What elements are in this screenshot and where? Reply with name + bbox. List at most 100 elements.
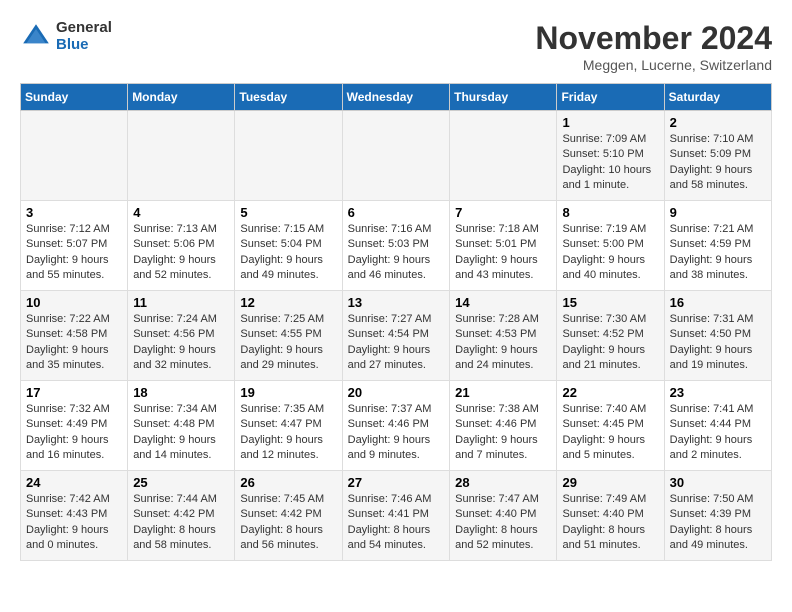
- day-number: 30: [670, 475, 766, 490]
- day-cell: [450, 111, 557, 201]
- week-row-5: 24 Sunrise: 7:42 AMSunset: 4:43 PMDayligh…: [21, 471, 772, 561]
- day-info: Sunrise: 7:19 AMSunset: 5:00 PMDaylight:…: [562, 222, 658, 284]
- day-cell: 3 Sunrise: 7:12 AMSunset: 5:07 PMDaylight…: [21, 201, 128, 291]
- day-number: 27: [348, 475, 445, 490]
- logo-icon: [20, 21, 52, 53]
- day-number: 12: [240, 295, 336, 310]
- day-cell: 25 Sunrise: 7:44 AMSunset: 4:42 PMDayligh…: [128, 471, 235, 561]
- day-cell: 30 Sunrise: 7:50 AMSunset: 4:39 PMDayligh…: [664, 471, 771, 561]
- week-row-1: 1 Sunrise: 7:09 AMSunset: 5:10 PMDaylight…: [21, 111, 772, 201]
- day-info: Sunrise: 7:34 AMSunset: 4:48 PMDaylight:…: [133, 402, 229, 464]
- day-number: 21: [455, 385, 551, 400]
- day-number: 7: [455, 205, 551, 220]
- day-info: Sunrise: 7:28 AMSunset: 4:53 PMDaylight:…: [455, 312, 551, 374]
- day-number: 15: [562, 295, 658, 310]
- day-info: Sunrise: 7:32 AMSunset: 4:49 PMDaylight:…: [26, 402, 122, 464]
- day-info: Sunrise: 7:24 AMSunset: 4:56 PMDaylight:…: [133, 312, 229, 374]
- day-cell: 27 Sunrise: 7:46 AMSunset: 4:41 PMDayligh…: [342, 471, 450, 561]
- header-cell-thursday: Thursday: [450, 84, 557, 111]
- day-number: 2: [670, 115, 766, 130]
- day-number: 22: [562, 385, 658, 400]
- day-cell: 21 Sunrise: 7:38 AMSunset: 4:46 PMDayligh…: [450, 381, 557, 471]
- day-info: Sunrise: 7:18 AMSunset: 5:01 PMDaylight:…: [455, 222, 551, 284]
- day-number: 8: [562, 205, 658, 220]
- day-cell: 7 Sunrise: 7:18 AMSunset: 5:01 PMDaylight…: [450, 201, 557, 291]
- day-cell: [128, 111, 235, 201]
- header-cell-saturday: Saturday: [664, 84, 771, 111]
- day-info: Sunrise: 7:44 AMSunset: 4:42 PMDaylight:…: [133, 492, 229, 554]
- day-cell: 2 Sunrise: 7:10 AMSunset: 5:09 PMDaylight…: [664, 111, 771, 201]
- day-cell: 6 Sunrise: 7:16 AMSunset: 5:03 PMDaylight…: [342, 201, 450, 291]
- day-number: 16: [670, 295, 766, 310]
- day-info: Sunrise: 7:50 AMSunset: 4:39 PMDaylight:…: [670, 492, 766, 554]
- day-info: Sunrise: 7:38 AMSunset: 4:46 PMDaylight:…: [455, 402, 551, 464]
- logo: General Blue: [20, 20, 112, 53]
- week-row-3: 10 Sunrise: 7:22 AMSunset: 4:58 PMDayligh…: [21, 291, 772, 381]
- calendar-table: SundayMondayTuesdayWednesdayThursdayFrid…: [20, 83, 772, 561]
- day-info: Sunrise: 7:21 AMSunset: 4:59 PMDaylight:…: [670, 222, 766, 284]
- header-row: SundayMondayTuesdayWednesdayThursdayFrid…: [21, 84, 772, 111]
- day-cell: 10 Sunrise: 7:22 AMSunset: 4:58 PMDayligh…: [21, 291, 128, 381]
- day-cell: 16 Sunrise: 7:31 AMSunset: 4:50 PMDayligh…: [664, 291, 771, 381]
- week-row-2: 3 Sunrise: 7:12 AMSunset: 5:07 PMDaylight…: [21, 201, 772, 291]
- month-title: November 2024: [535, 20, 772, 57]
- header-cell-sunday: Sunday: [21, 84, 128, 111]
- day-cell: 1 Sunrise: 7:09 AMSunset: 5:10 PMDaylight…: [557, 111, 664, 201]
- day-cell: 4Sunrise: 7:13 AMSunset: 5:06 PMDaylight…: [128, 201, 235, 291]
- day-number: 13: [348, 295, 445, 310]
- day-number: 1: [562, 115, 658, 130]
- day-number: 11: [133, 295, 229, 310]
- header-cell-tuesday: Tuesday: [235, 84, 342, 111]
- day-info: Sunrise: 7:25 AMSunset: 4:55 PMDaylight:…: [240, 312, 336, 374]
- day-cell: 22 Sunrise: 7:40 AMSunset: 4:45 PMDayligh…: [557, 381, 664, 471]
- day-info: Sunrise: 7:16 AMSunset: 5:03 PMDaylight:…: [348, 222, 445, 284]
- day-cell: 29Sunrise: 7:49 AMSunset: 4:40 PMDayligh…: [557, 471, 664, 561]
- day-info: Sunrise: 7:09 AMSunset: 5:10 PMDaylight:…: [562, 132, 658, 194]
- day-cell: [21, 111, 128, 201]
- day-number: 17: [26, 385, 122, 400]
- day-info: Sunrise: 7:31 AMSunset: 4:50 PMDaylight:…: [670, 312, 766, 374]
- title-area: November 2024 Meggen, Lucerne, Switzerla…: [535, 20, 772, 73]
- day-cell: 9Sunrise: 7:21 AMSunset: 4:59 PMDaylight…: [664, 201, 771, 291]
- day-cell: 15 Sunrise: 7:30 AMSunset: 4:52 PMDayligh…: [557, 291, 664, 381]
- day-cell: 18 Sunrise: 7:34 AMSunset: 4:48 PMDayligh…: [128, 381, 235, 471]
- day-number: 24: [26, 475, 122, 490]
- day-info: Sunrise: 7:30 AMSunset: 4:52 PMDaylight:…: [562, 312, 658, 374]
- day-cell: 24 Sunrise: 7:42 AMSunset: 4:43 PMDayligh…: [21, 471, 128, 561]
- day-cell: 11 Sunrise: 7:24 AMSunset: 4:56 PMDayligh…: [128, 291, 235, 381]
- day-cell: [342, 111, 450, 201]
- day-cell: 12 Sunrise: 7:25 AMSunset: 4:55 PMDayligh…: [235, 291, 342, 381]
- day-info: Sunrise: 7:10 AMSunset: 5:09 PMDaylight:…: [670, 132, 766, 194]
- day-number: 6: [348, 205, 445, 220]
- day-info: Sunrise: 7:12 AMSunset: 5:07 PMDaylight:…: [26, 222, 122, 284]
- header-cell-friday: Friday: [557, 84, 664, 111]
- logo-text: General Blue: [56, 20, 112, 53]
- day-number: 19: [240, 385, 336, 400]
- day-info: Sunrise: 7:40 AMSunset: 4:45 PMDaylight:…: [562, 402, 658, 464]
- location-text: Meggen, Lucerne, Switzerland: [535, 57, 772, 73]
- day-info: Sunrise: 7:13 AMSunset: 5:06 PMDaylight:…: [133, 222, 229, 284]
- day-info: Sunrise: 7:27 AMSunset: 4:54 PMDaylight:…: [348, 312, 445, 374]
- day-cell: 14Sunrise: 7:28 AMSunset: 4:53 PMDayligh…: [450, 291, 557, 381]
- day-number: 26: [240, 475, 336, 490]
- header-cell-wednesday: Wednesday: [342, 84, 450, 111]
- day-number: 10: [26, 295, 122, 310]
- day-cell: 28Sunrise: 7:47 AMSunset: 4:40 PMDayligh…: [450, 471, 557, 561]
- page-header: General Blue November 2024 Meggen, Lucer…: [20, 20, 772, 73]
- day-cell: 19Sunrise: 7:35 AMSunset: 4:47 PMDayligh…: [235, 381, 342, 471]
- day-info: Sunrise: 7:42 AMSunset: 4:43 PMDaylight:…: [26, 492, 122, 554]
- day-cell: 17 Sunrise: 7:32 AMSunset: 4:49 PMDayligh…: [21, 381, 128, 471]
- day-info: Sunrise: 7:46 AMSunset: 4:41 PMDaylight:…: [348, 492, 445, 554]
- header-cell-monday: Monday: [128, 84, 235, 111]
- day-number: 23: [670, 385, 766, 400]
- day-cell: 5Sunrise: 7:15 AMSunset: 5:04 PMDaylight…: [235, 201, 342, 291]
- logo-blue-text: Blue: [56, 37, 112, 54]
- calendar-header: SundayMondayTuesdayWednesdayThursdayFrid…: [21, 84, 772, 111]
- day-info: Sunrise: 7:37 AMSunset: 4:46 PMDaylight:…: [348, 402, 445, 464]
- day-number: 3: [26, 205, 122, 220]
- day-number: 25: [133, 475, 229, 490]
- day-info: Sunrise: 7:22 AMSunset: 4:58 PMDaylight:…: [26, 312, 122, 374]
- day-number: 18: [133, 385, 229, 400]
- day-cell: 23Sunrise: 7:41 AMSunset: 4:44 PMDayligh…: [664, 381, 771, 471]
- day-number: 29: [562, 475, 658, 490]
